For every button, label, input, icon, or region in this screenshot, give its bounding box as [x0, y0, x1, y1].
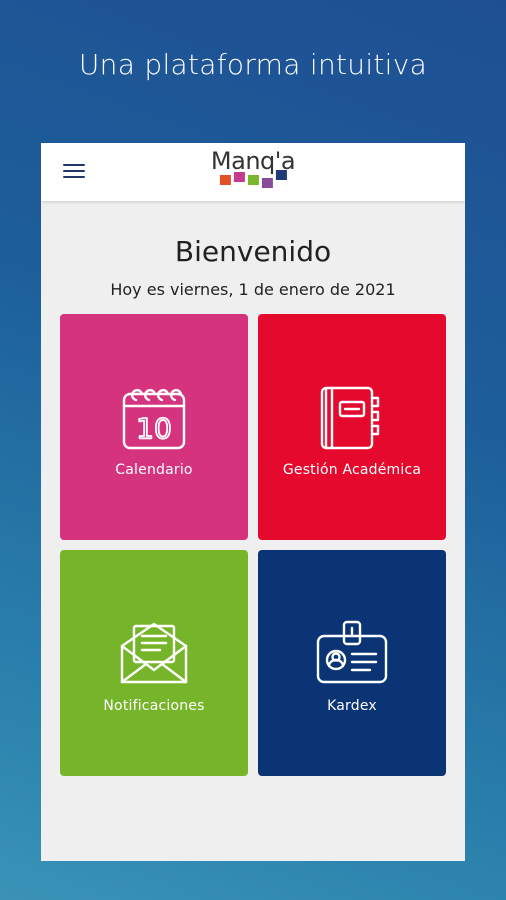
- calendar-icon: 10: [114, 376, 194, 456]
- date-text: Hoy es viernes, 1 de enero de 2021: [110, 280, 396, 299]
- promo-headline: Una plataforma intuitiva: [78, 48, 428, 81]
- tile-gestion-academica-label: Gestión Académica: [282, 462, 422, 478]
- tile-calendario[interactable]: 10 Calendario: [60, 314, 248, 540]
- app-bar: Manq'a: [41, 143, 465, 201]
- manqa-logo: Manq'a: [211, 148, 296, 188]
- book-icon: [312, 376, 392, 456]
- tile-calendario-label: Calendario: [115, 462, 193, 478]
- tile-notificaciones-label: Notificaciones: [103, 698, 205, 714]
- logo-squares: [211, 170, 295, 188]
- welcome-title: Bienvenido: [174, 235, 332, 268]
- phone-screen: Manq'a Bienvenido Hoy es viernes, 1 de e…: [41, 143, 465, 861]
- tile-kardex[interactable]: Kardex: [258, 550, 446, 776]
- svg-text:10: 10: [136, 412, 172, 445]
- tiles-grid: 10 Calendario Gestión Académica Notifica…: [60, 314, 447, 776]
- hamburger-menu-icon[interactable]: [63, 161, 85, 181]
- envelope-icon: [114, 612, 194, 692]
- tile-notificaciones[interactable]: Notificaciones: [60, 550, 248, 776]
- id-card-icon: [312, 612, 392, 692]
- tile-kardex-label: Kardex: [327, 698, 377, 714]
- tile-gestion-academica[interactable]: Gestión Académica: [258, 314, 446, 540]
